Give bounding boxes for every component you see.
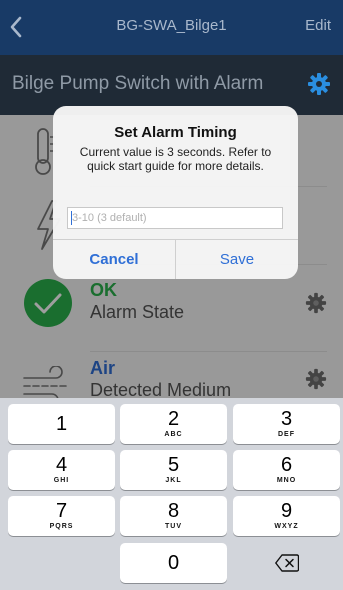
cancel-button[interactable]: Cancel xyxy=(53,240,175,279)
nav-title: BG-SWA_Bilge1 xyxy=(116,17,227,34)
dialog-title: Set Alarm Timing xyxy=(114,124,237,141)
delete-key[interactable] xyxy=(233,543,340,583)
gear-icon xyxy=(308,73,330,95)
key-1[interactable]: 1 xyxy=(8,404,115,444)
key-6[interactable]: 6 MNO xyxy=(233,450,340,490)
navigation-bar: BG-SWA_Bilge1 Edit xyxy=(0,0,343,55)
key-4[interactable]: 4 GHI xyxy=(8,450,115,490)
key-8[interactable]: 8 TUV xyxy=(120,496,227,536)
key-2[interactable]: 2 ABC xyxy=(120,404,227,444)
device-name: Bilge Pump Switch with Alarm xyxy=(12,73,264,94)
save-button[interactable]: Save xyxy=(176,240,298,279)
numeric-keypad: 1 2 ABC 3 DEF 4 GHI 5 JKL 6 MNO 7 PQRS 8… xyxy=(0,398,343,590)
backspace-icon xyxy=(274,554,299,572)
text-cursor xyxy=(71,211,72,225)
device-settings-button[interactable] xyxy=(307,72,331,101)
key-3[interactable]: 3 DEF xyxy=(233,404,340,444)
alarm-timing-input[interactable]: 3-10 (3 default) xyxy=(67,207,283,229)
dialog-message: Current value is 3 seconds. Refer to qui… xyxy=(79,145,272,173)
edit-button[interactable]: Edit xyxy=(305,17,331,34)
key-9[interactable]: 9 WXYZ xyxy=(233,496,340,536)
key-5[interactable]: 5 JKL xyxy=(120,450,227,490)
key-0[interactable]: 0 xyxy=(120,543,227,583)
input-placeholder: 3-10 (3 default) xyxy=(72,212,147,224)
key-7[interactable]: 7 PQRS xyxy=(8,496,115,536)
alarm-timing-dialog: Set Alarm Timing Current value is 3 seco… xyxy=(53,106,298,279)
